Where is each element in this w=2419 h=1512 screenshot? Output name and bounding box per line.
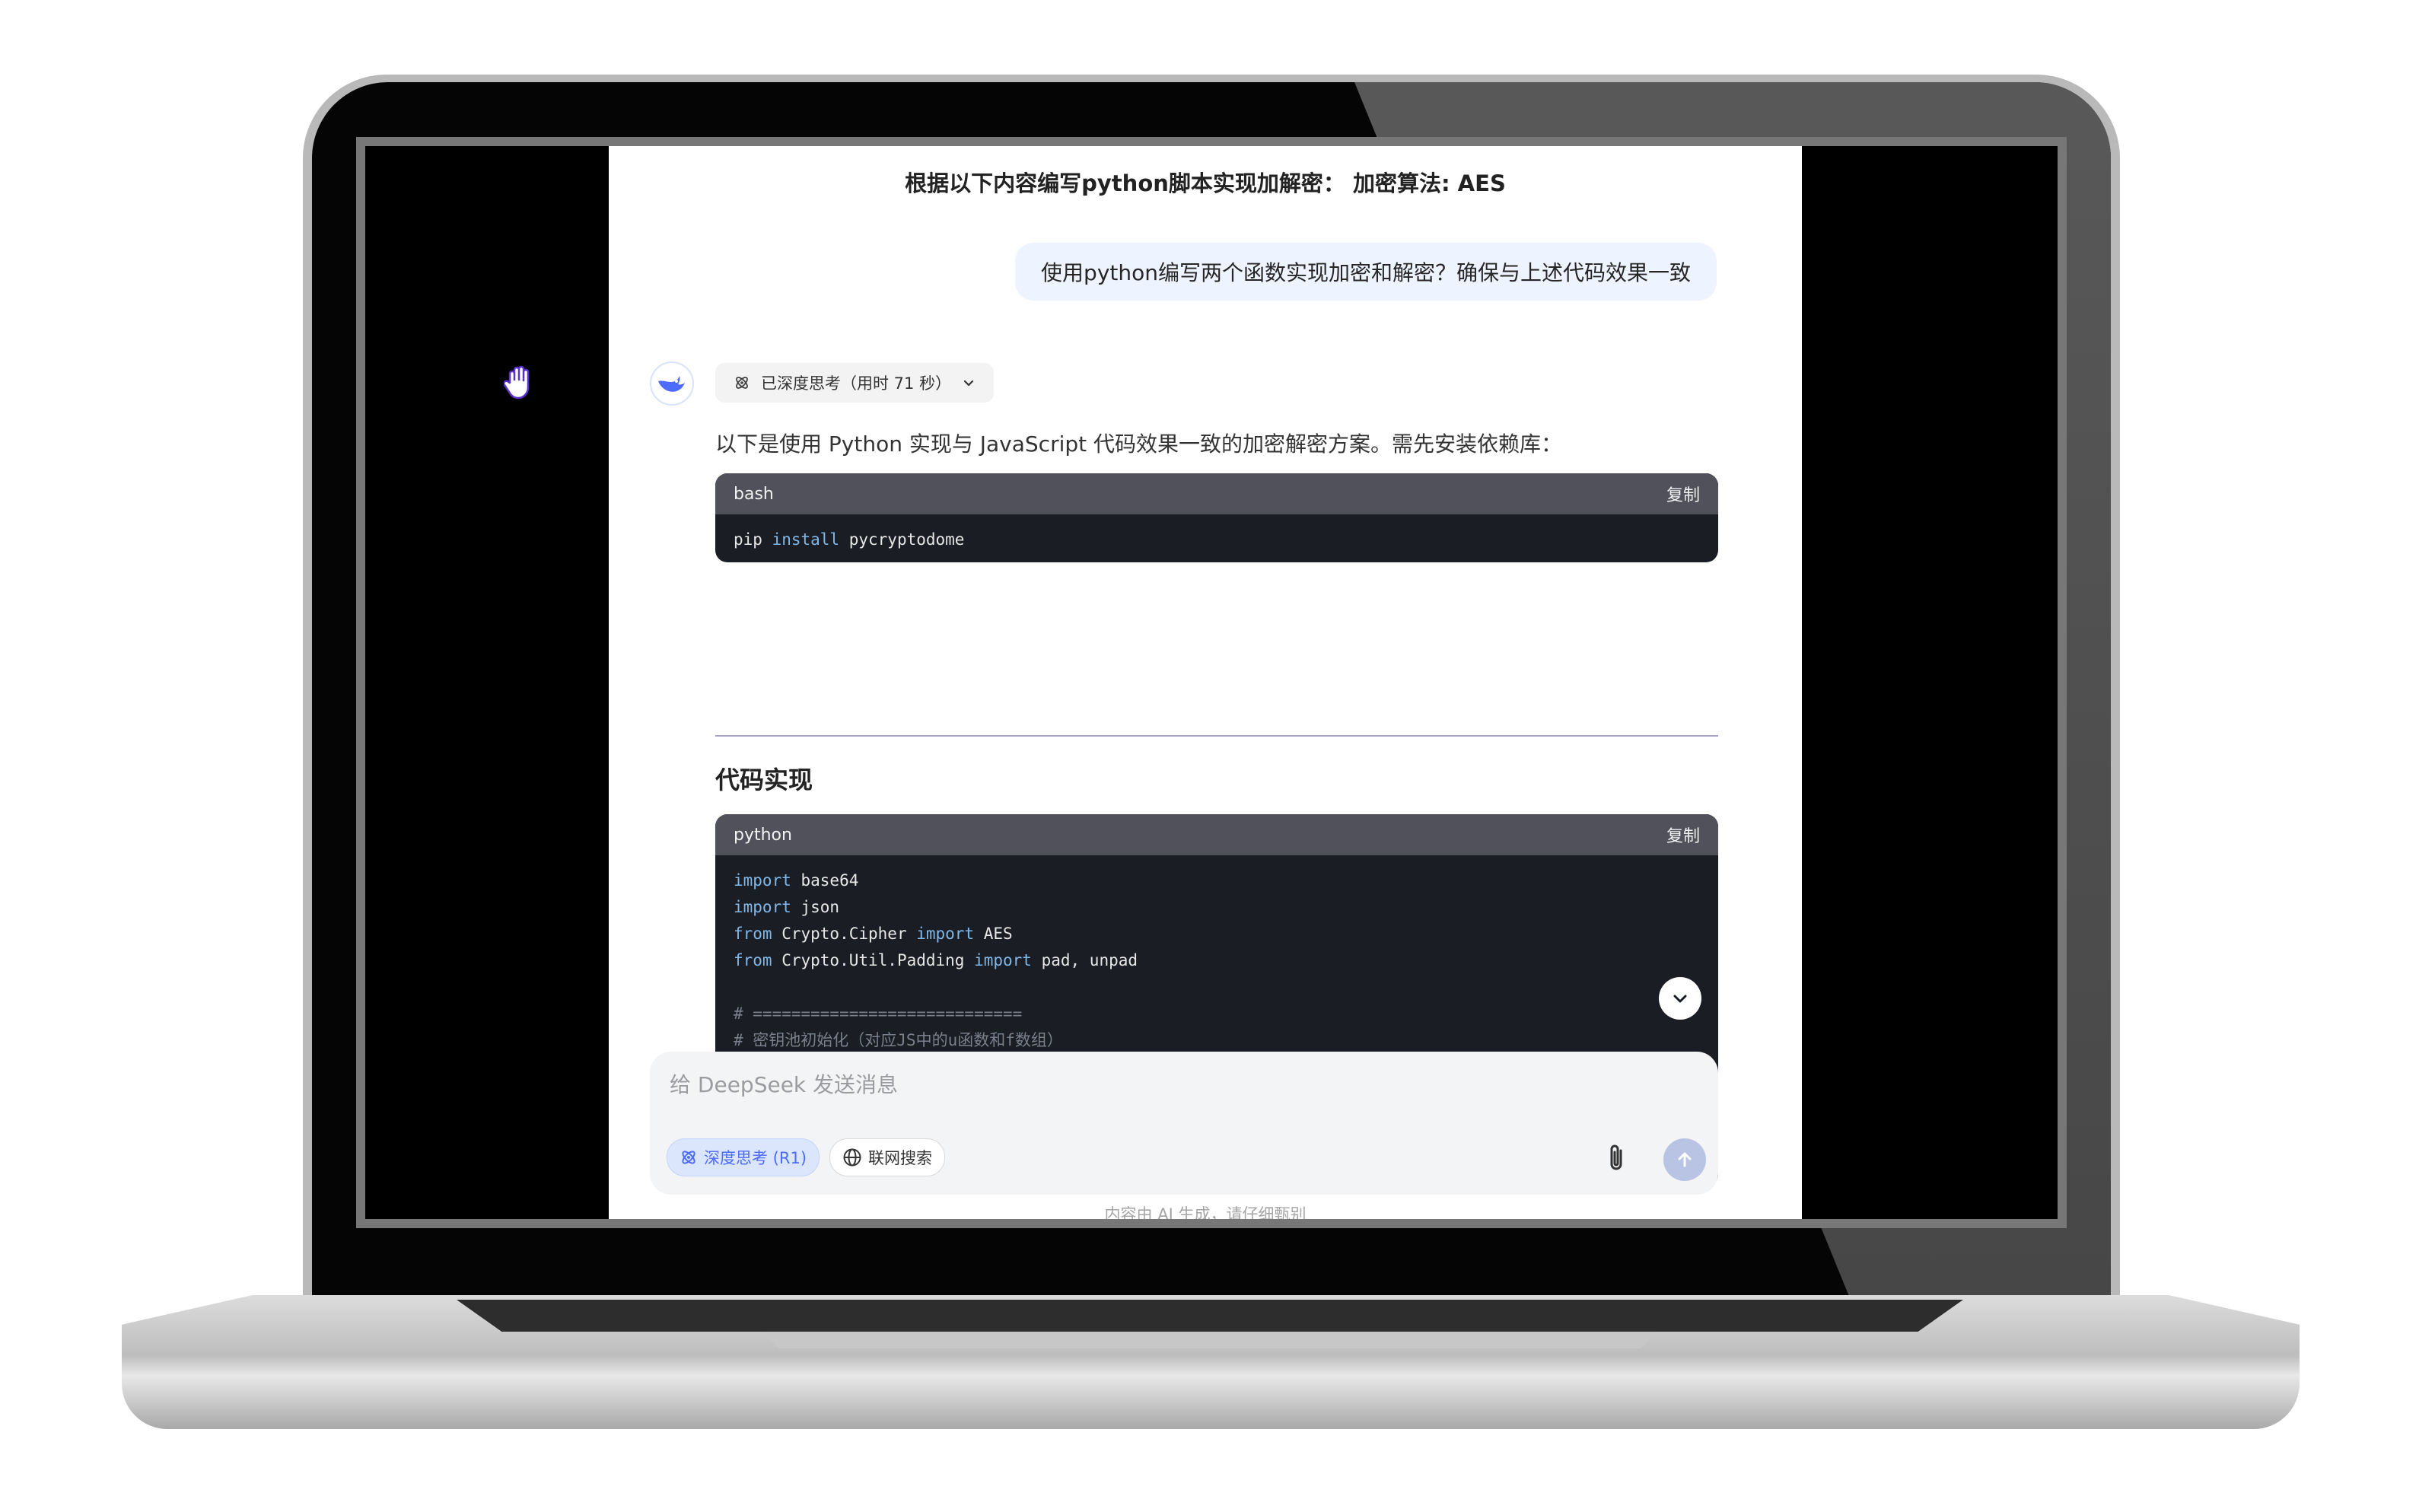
trackpad-notch xyxy=(761,1332,1659,1348)
code-line: # 密钥池初始化（对应JS中的u函数和f数组） xyxy=(734,1031,1063,1049)
chat-title: 根据以下内容编写python脚本实现加解密： 加密算法: AES xyxy=(905,170,1506,196)
web-search-toggle[interactable]: 联网搜索 xyxy=(829,1138,945,1176)
code-block-header: bash 复制 xyxy=(715,473,1718,514)
user-message-bubble: 使用python编写两个函数实现加密和解密？确保与上述代码效果一致 xyxy=(1015,243,1717,301)
deep-think-label: 深度思考 (R1) xyxy=(704,1149,807,1167)
atom-icon xyxy=(682,1151,695,1164)
code-line: import base64 xyxy=(734,871,859,890)
keyboard-well xyxy=(457,1300,1963,1332)
deep-think-toggle[interactable]: 深度思考 (R1) xyxy=(667,1138,820,1176)
section-heading: 代码实现 xyxy=(715,766,813,794)
message-composer: 给 DeepSeek 发送消息 深度思考 (R1) 联网搜索 xyxy=(650,1052,1718,1195)
paperclip-icon[interactable] xyxy=(1601,1141,1631,1175)
copy-button[interactable]: 复制 xyxy=(1666,482,1700,506)
laptop-screen: 根据以下内容编写python脚本实现加解密： 加密算法: AES 使用pytho… xyxy=(365,146,2058,1219)
chevron-down-icon xyxy=(963,380,974,387)
thinking-toggle[interactable]: 已深度思考（用时 71 秒） xyxy=(715,363,995,403)
code-language-label: bash xyxy=(734,484,774,504)
deepseek-whale-icon xyxy=(650,361,694,406)
code-block-bash: bash 复制 pip install pycryptodome xyxy=(715,473,1718,562)
code-block-header: python 复制 xyxy=(715,814,1718,855)
thinking-label: 已深度思考（用时 71 秒） xyxy=(761,374,952,393)
code-content: pip install pycryptodome xyxy=(715,514,1718,562)
code-language-label: python xyxy=(734,825,792,845)
send-button[interactable] xyxy=(1663,1138,1706,1181)
code-line: pip install pycryptodome xyxy=(734,530,965,549)
atom-icon xyxy=(736,377,748,389)
arrow-up-icon xyxy=(1678,1152,1692,1167)
message-input[interactable]: 给 DeepSeek 发送消息 xyxy=(670,1068,898,1099)
globe-icon xyxy=(843,1148,861,1167)
chevron-down-icon xyxy=(1673,995,1687,1003)
copy-button[interactable]: 复制 xyxy=(1666,823,1700,847)
web-search-label: 联网搜索 xyxy=(868,1149,932,1167)
code-line: import json xyxy=(734,898,840,916)
deepseek-chat-page: 根据以下内容编写python脚本实现加解密： 加密算法: AES 使用pytho… xyxy=(609,146,1802,1219)
code-line: # ============================ xyxy=(734,1004,1023,1023)
code-line: from Crypto.Cipher import AES xyxy=(734,925,1013,943)
assistant-intro-text: 以下是使用 Python 实现与 JavaScript 代码效果一致的加密解密方… xyxy=(715,431,1563,457)
code-line: from Crypto.Util.Padding import pad, unp… xyxy=(734,951,1138,969)
hand-cursor-icon xyxy=(504,365,530,399)
ai-disclaimer: 内容由 AI 生成，请仔细甄别 xyxy=(1104,1205,1307,1219)
horizontal-rule xyxy=(715,735,1718,737)
scroll-to-bottom-button[interactable] xyxy=(1659,977,1701,1020)
